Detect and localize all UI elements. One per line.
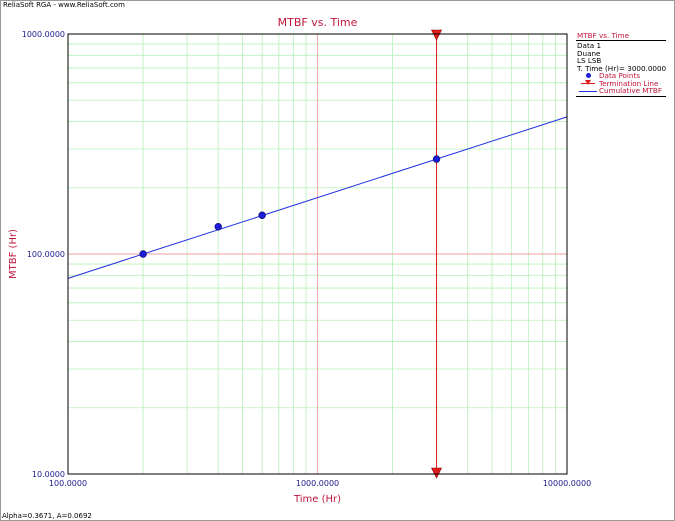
y-axis-title: MTBF (Hr) bbox=[8, 229, 19, 279]
legend-divider bbox=[576, 95, 666, 97]
x-tick-label: 1000.0000 bbox=[296, 479, 339, 488]
legend: MTBF vs. Time Data 1 Duane LS LSB T. Tim… bbox=[576, 32, 668, 98]
legend-item-cumulative-mtbf: Cumulative MTBF bbox=[576, 87, 668, 95]
chart-title: MTBF vs. Time bbox=[278, 16, 358, 29]
plot-svg: 100.0000 1000.0000 10000.000010.0000100.00… bbox=[8, 16, 591, 505]
blue-line-icon bbox=[577, 88, 599, 95]
data-point bbox=[139, 250, 147, 258]
legend-title: MTBF vs. Time bbox=[577, 31, 630, 40]
y-tick-label: 1000.0000 bbox=[22, 30, 65, 39]
termination-bottom-marker bbox=[431, 467, 443, 479]
label-layer: 100.0000 1000.0000 10000.000010.0000100.00… bbox=[8, 16, 591, 505]
red-triangle-icon bbox=[577, 80, 599, 87]
y-tick-label: 100.0000 bbox=[27, 250, 65, 259]
legend-item-label: Cumulative MTBF bbox=[599, 86, 662, 96]
footer-parameters: Alpha=0.3671, A=0.0692 bbox=[2, 512, 92, 520]
x-tick-label: 10000.0000 bbox=[543, 479, 591, 488]
blue-dot-icon bbox=[577, 72, 599, 80]
data-point bbox=[258, 211, 266, 219]
x-tick-label: 100.0000 bbox=[49, 479, 87, 488]
data-point bbox=[432, 155, 441, 163]
x-axis-title: Time (Hr) bbox=[293, 494, 341, 505]
y-tick-label: 10.0000 bbox=[32, 470, 65, 479]
termination-top-marker bbox=[431, 29, 443, 41]
data-point bbox=[214, 223, 222, 231]
